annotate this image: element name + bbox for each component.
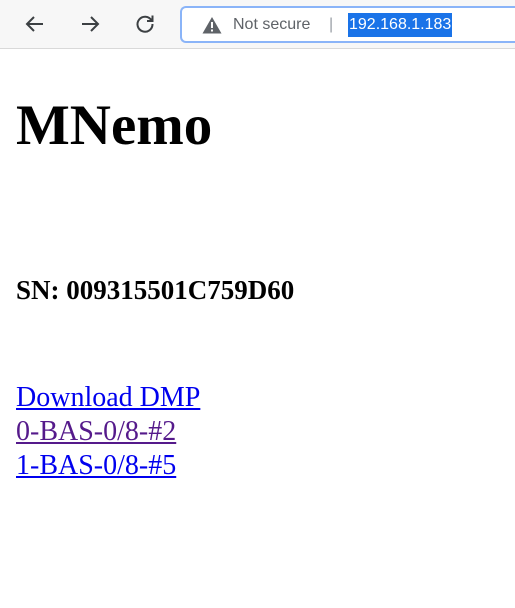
forward-button[interactable]	[75, 9, 105, 39]
address-bar[interactable]: Not secure | 192.168.1.183	[180, 6, 515, 43]
url-text[interactable]: 192.168.1.183	[348, 13, 453, 37]
link-list: Download DMP 0-BAS-0/8-#2 1-BAS-0/8-#5	[16, 381, 200, 483]
back-button[interactable]	[20, 9, 50, 39]
page-title: MNemo	[16, 94, 213, 157]
security-status-label[interactable]: Not secure	[233, 16, 310, 34]
reload-button[interactable]	[130, 9, 160, 39]
bas-0-link[interactable]: 0-BAS-0/8-#2	[16, 415, 200, 449]
forward-arrow-icon	[82, 16, 100, 32]
warning-triangle-icon[interactable]	[202, 16, 222, 34]
page-content: MNemo SN: 009315501C759D60 Download DMP …	[0, 49, 515, 608]
serial-number-heading: SN: 009315501C759D60	[16, 275, 295, 305]
back-arrow-icon	[25, 16, 43, 32]
download-dmp-link[interactable]: Download DMP	[16, 381, 200, 415]
bas-1-link[interactable]: 1-BAS-0/8-#5	[16, 449, 200, 483]
reload-icon	[136, 15, 154, 33]
address-separator: |	[329, 16, 334, 33]
browser-toolbar: Not secure | 192.168.1.183	[0, 0, 515, 49]
